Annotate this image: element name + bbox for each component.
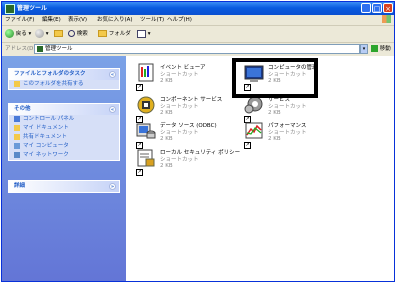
folders-label: フォルダ <box>108 31 131 37</box>
views-button[interactable]: ▾ <box>137 29 151 39</box>
views-icon <box>137 29 146 38</box>
event-viewer-icon <box>138 63 154 82</box>
menu-help[interactable]: ヘルプ(H) <box>167 15 192 25</box>
link-my-computer-label: マイ コンピュータ <box>23 143 69 149</box>
window-title: 管理ツール <box>17 5 48 12</box>
details-panel: 詳細 » <box>8 180 120 193</box>
back-label: 戻る <box>15 31 27 37</box>
task-share-folder-label: このフォルダを共有する <box>23 81 84 87</box>
control-panel-icon <box>14 115 20 122</box>
link-my-network-label: マイ ネットワーク <box>23 152 69 158</box>
link-control-panel-label: コントロール パネル <box>23 116 75 122</box>
address-label: アドレス(D) <box>5 46 36 52</box>
file-size: 2 KB <box>268 110 281 116</box>
menu-view[interactable]: 表示(V) <box>68 15 87 25</box>
address-bar: アドレス(D) 管理ツール ▾ 移動 <box>2 43 394 55</box>
toolbar: 戻る ▾ ▾ 検索 フォルダ ▾ <box>2 26 394 43</box>
file-name: サービス <box>268 97 291 103</box>
search-label: 検索 <box>76 31 88 37</box>
link-shared-documents-label: 共有ドキュメント <box>23 134 68 140</box>
other-places-header[interactable]: その他 « <box>9 104 119 115</box>
menu-bar: ファイル(F) 編集(E) 表示(V) お気に入り(A) ツール(T) ヘルプ(… <box>2 15 394 26</box>
forward-arrow-icon <box>35 29 44 38</box>
link-my-documents[interactable]: マイ ドキュメント <box>9 124 119 133</box>
back-arrow-icon <box>5 29 14 38</box>
shortcut-arrow-icon: ↗ <box>136 169 143 176</box>
minimize-button[interactable]: _ <box>361 3 371 13</box>
file-size: 2 KB <box>160 136 173 142</box>
my-documents-icon <box>14 124 20 131</box>
my-computer-icon <box>14 142 20 149</box>
file-name: ローカル セキュリティ ポリシー <box>160 150 241 156</box>
file-folder-tasks-title: ファイルとフォルダのタスク <box>14 71 86 77</box>
close-button[interactable]: × <box>383 3 393 13</box>
data-sources-icon <box>136 123 156 139</box>
share-folder-icon <box>14 80 20 87</box>
admin-tools-small-icon <box>37 46 43 52</box>
details-title: 詳細 <box>14 183 26 189</box>
shortcut-arrow-icon: ↗ <box>136 84 143 91</box>
performance-icon <box>245 122 263 139</box>
go-label: 移動 <box>379 46 391 52</box>
file-name: コンポーネント サービス <box>160 97 223 103</box>
shared-documents-icon <box>14 133 20 140</box>
file-item-performance[interactable]: ↗ パフォーマンス ショートカット 2 KB <box>244 121 354 149</box>
windows-logo-icon <box>382 15 391 23</box>
file-name: パフォーマンス <box>268 123 307 129</box>
local-security-policy-icon <box>137 149 155 167</box>
admin-tools-icon <box>5 4 15 14</box>
file-size: 2 KB <box>160 110 173 116</box>
address-dropdown-button[interactable]: ▾ <box>360 44 368 54</box>
up-folder-icon <box>54 30 63 37</box>
file-item-data-sources[interactable]: ↗ データ ソース (ODBC) ショートカット 2 KB <box>136 121 246 149</box>
file-item-event-viewer[interactable]: ↗ イベント ビューア ショートカット 2 KB <box>136 63 246 91</box>
folders-button[interactable]: フォルダ <box>98 29 131 39</box>
file-size: 2 KB <box>160 78 173 84</box>
highlight-annotation-box <box>232 58 318 98</box>
back-button[interactable]: 戻る ▾ <box>5 29 31 39</box>
file-item-services[interactable]: ↗ サービス ショートカット 2 KB <box>244 95 354 123</box>
title-bar[interactable]: 管理ツール _ □ × <box>2 2 394 15</box>
up-folder-button[interactable] <box>54 29 63 39</box>
file-folder-tasks-header[interactable]: ファイルとフォルダのタスク « <box>9 69 119 80</box>
file-item-component-services[interactable]: ↗ コンポーネント サービス ショートカット 2 KB <box>136 95 246 123</box>
search-button[interactable]: 検索 <box>68 29 88 39</box>
task-share-folder[interactable]: このフォルダを共有する <box>9 80 119 89</box>
details-header[interactable]: 詳細 » <box>9 181 119 192</box>
file-name: イベント ビューア <box>160 65 206 71</box>
explorer-window: 管理ツール _ □ × ファイル(F) 編集(E) 表示(V) お気に入り(A)… <box>1 1 395 282</box>
file-name: データ ソース (ODBC) <box>160 123 217 129</box>
menu-favorites[interactable]: お気に入り(A) <box>97 15 133 25</box>
file-size: 2 KB <box>160 163 173 169</box>
services-gear-icon <box>244 96 263 114</box>
forward-button[interactable]: ▾ <box>35 29 49 39</box>
file-size: 2 KB <box>268 136 281 142</box>
maximize-button[interactable]: □ <box>372 3 382 13</box>
collapse-chevron-icon[interactable]: « <box>109 106 116 113</box>
file-item-local-security-policy[interactable]: ↗ ローカル セキュリティ ポリシー ショートカット 2 KB <box>136 148 246 176</box>
link-my-computer[interactable]: マイ コンピュータ <box>9 142 119 151</box>
menu-file[interactable]: ファイル(F) <box>5 15 34 25</box>
go-arrow-icon <box>371 45 378 52</box>
link-shared-documents[interactable]: 共有ドキュメント <box>9 133 119 142</box>
collapse-chevron-icon[interactable]: « <box>109 71 116 78</box>
my-network-icon <box>14 151 20 158</box>
address-input[interactable]: 管理ツール <box>34 44 360 54</box>
menu-edit[interactable]: 編集(E) <box>42 15 61 25</box>
link-control-panel[interactable]: コントロール パネル <box>9 115 119 124</box>
link-my-network[interactable]: マイ ネットワーク <box>9 151 119 160</box>
task-pane: ファイルとフォルダのタスク « このフォルダを共有する その他 « コントロール… <box>2 56 126 281</box>
address-value: 管理ツール <box>45 46 73 52</box>
file-folder-tasks-panel: ファイルとフォルダのタスク « このフォルダを共有する <box>8 68 120 90</box>
go-button[interactable]: 移動 <box>371 44 393 54</box>
link-my-documents-label: マイ ドキュメント <box>23 125 69 131</box>
folders-icon <box>98 30 107 37</box>
search-icon <box>68 30 75 37</box>
menu-tools[interactable]: ツール(T) <box>140 15 164 25</box>
other-places-panel: その他 « コントロール パネル マイ ドキュメント 共有ドキュメント マイ コ… <box>8 103 120 161</box>
other-places-title: その他 <box>14 106 31 112</box>
component-services-icon <box>137 96 155 114</box>
expand-chevron-icon[interactable]: » <box>109 183 116 190</box>
